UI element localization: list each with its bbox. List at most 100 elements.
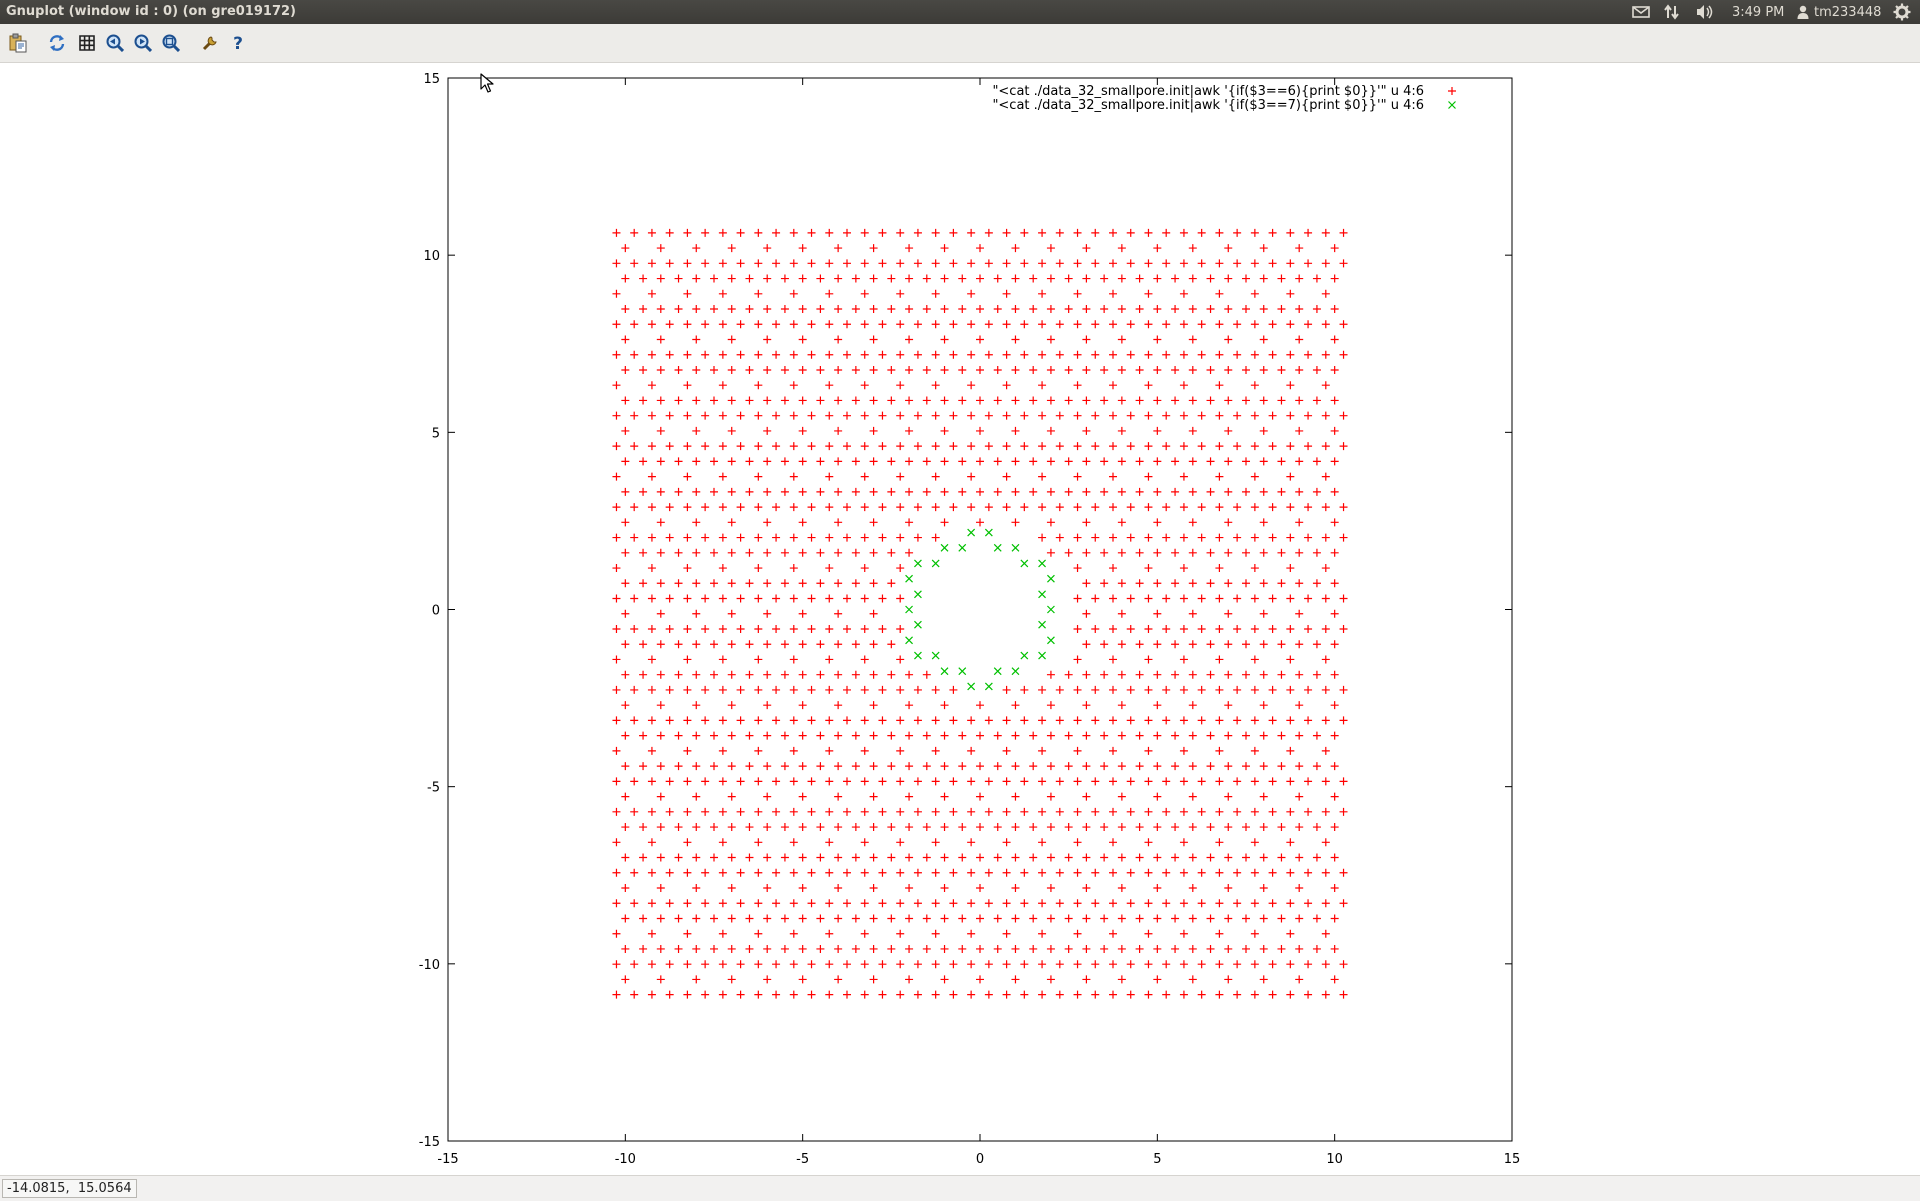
data-point-plus (1055, 320, 1064, 329)
data-point-plus (710, 396, 718, 405)
data-point-plus (674, 670, 683, 679)
data-point-plus (834, 853, 843, 862)
data-point-plus (887, 579, 896, 588)
data-point-plus (1304, 807, 1313, 816)
data-point-plus (1153, 335, 1162, 344)
data-point-plus (1312, 914, 1321, 923)
data-point-plus (656, 579, 665, 588)
data-point-plus (1109, 929, 1117, 938)
data-point-plus (1073, 777, 1082, 786)
data-point-plus (1073, 381, 1082, 390)
data-point-plus (816, 914, 825, 923)
data-point-plus (736, 350, 745, 359)
data-point-plus (896, 716, 905, 725)
data-point-plus (683, 655, 692, 664)
data-point-plus (1144, 259, 1153, 268)
data-point-plus (1286, 503, 1295, 512)
help-icon[interactable]: ? (228, 33, 248, 53)
y-tick-label: -5 (427, 781, 440, 796)
data-point-plus (851, 305, 860, 314)
copy-to-clipboard-icon[interactable] (8, 33, 28, 53)
data-point-plus (1295, 548, 1304, 557)
data-point-plus (718, 533, 727, 542)
data-point-plus (656, 518, 665, 527)
data-point-plus (834, 762, 843, 771)
data-point-plus (612, 624, 621, 633)
data-point-plus (825, 259, 834, 268)
data-point-plus (780, 731, 789, 740)
data-point-plus (887, 457, 896, 466)
data-point-plus (905, 762, 914, 771)
data-point-plus (647, 929, 656, 938)
data-point-plus (869, 396, 878, 405)
data-point-plus (1011, 335, 1020, 344)
data-point-plus (1179, 472, 1188, 481)
data-point-plus (727, 762, 736, 771)
data-point-plus (1233, 777, 1242, 786)
data-point-plus (1197, 228, 1206, 237)
data-point-plus (1339, 777, 1348, 786)
data-point-plus (869, 670, 878, 679)
data-point-plus (772, 868, 781, 877)
data-point-plus (612, 990, 621, 999)
data-point-plus (1171, 365, 1180, 374)
data-point-plus (878, 442, 887, 451)
mail-icon[interactable] (1632, 0, 1650, 24)
data-point-plus (1091, 411, 1100, 420)
gear-icon[interactable] (1893, 0, 1911, 24)
data-point-plus (940, 731, 949, 740)
data-point-plus (1250, 746, 1259, 755)
data-point-plus (1321, 594, 1330, 603)
data-point-plus (1295, 640, 1304, 649)
data-point-plus (878, 503, 887, 512)
data-point-cross (914, 620, 922, 629)
network-icon[interactable] (1664, 0, 1680, 24)
data-point-plus (931, 899, 940, 908)
data-point-plus (1339, 990, 1348, 999)
data-point-plus (1002, 899, 1011, 908)
data-point-plus (692, 274, 701, 283)
data-point-plus (701, 685, 710, 694)
data-point-plus (1082, 274, 1091, 283)
data-point-plus (905, 518, 914, 527)
data-point-plus (745, 914, 754, 923)
data-point-plus (1109, 564, 1117, 573)
data-point-plus (1330, 914, 1339, 923)
data-point-plus (656, 305, 665, 314)
data-point-plus (1126, 960, 1135, 969)
zoom-next-icon[interactable] (133, 33, 153, 53)
data-point-plus (1082, 823, 1091, 832)
data-point-plus (1126, 594, 1135, 603)
user-name[interactable]: tm233448 (1814, 0, 1881, 24)
data-point-plus (1286, 624, 1295, 633)
grid-icon[interactable] (77, 33, 97, 53)
data-point-plus (665, 503, 674, 512)
data-point-plus (1321, 716, 1330, 725)
data-point-plus (1046, 518, 1055, 527)
data-point-plus (1339, 899, 1348, 908)
data-point-plus (727, 487, 736, 496)
autoscale-icon[interactable] (161, 33, 181, 53)
data-point-plus (639, 548, 648, 557)
data-point-plus (1215, 899, 1224, 908)
data-point-plus (692, 914, 701, 923)
data-point-plus (1020, 411, 1029, 420)
data-point-plus (1171, 274, 1180, 283)
data-point-plus (1197, 411, 1206, 420)
data-point-plus (1002, 289, 1011, 298)
data-point-plus (754, 990, 763, 999)
data-point-plus (1144, 960, 1153, 969)
data-point-plus (736, 594, 745, 603)
data-point-plus (834, 975, 843, 984)
data-point-plus (1321, 807, 1330, 816)
clock[interactable]: 3:49 PM (1732, 0, 1784, 24)
plot-canvas[interactable]: -15 -10 -5 0 5 10 15 -15 -10 -5 0 5 10 15 "<cat ./dat… (0, 63, 1920, 1175)
data-point-plus (1277, 457, 1286, 466)
replot-icon[interactable] (47, 33, 67, 53)
data-point-plus (1259, 640, 1268, 649)
data-point-plus (816, 487, 825, 496)
zoom-previous-icon[interactable] (105, 33, 125, 53)
data-point-plus (1215, 868, 1224, 877)
volume-icon[interactable] (1695, 0, 1715, 24)
options-icon[interactable] (200, 33, 220, 53)
